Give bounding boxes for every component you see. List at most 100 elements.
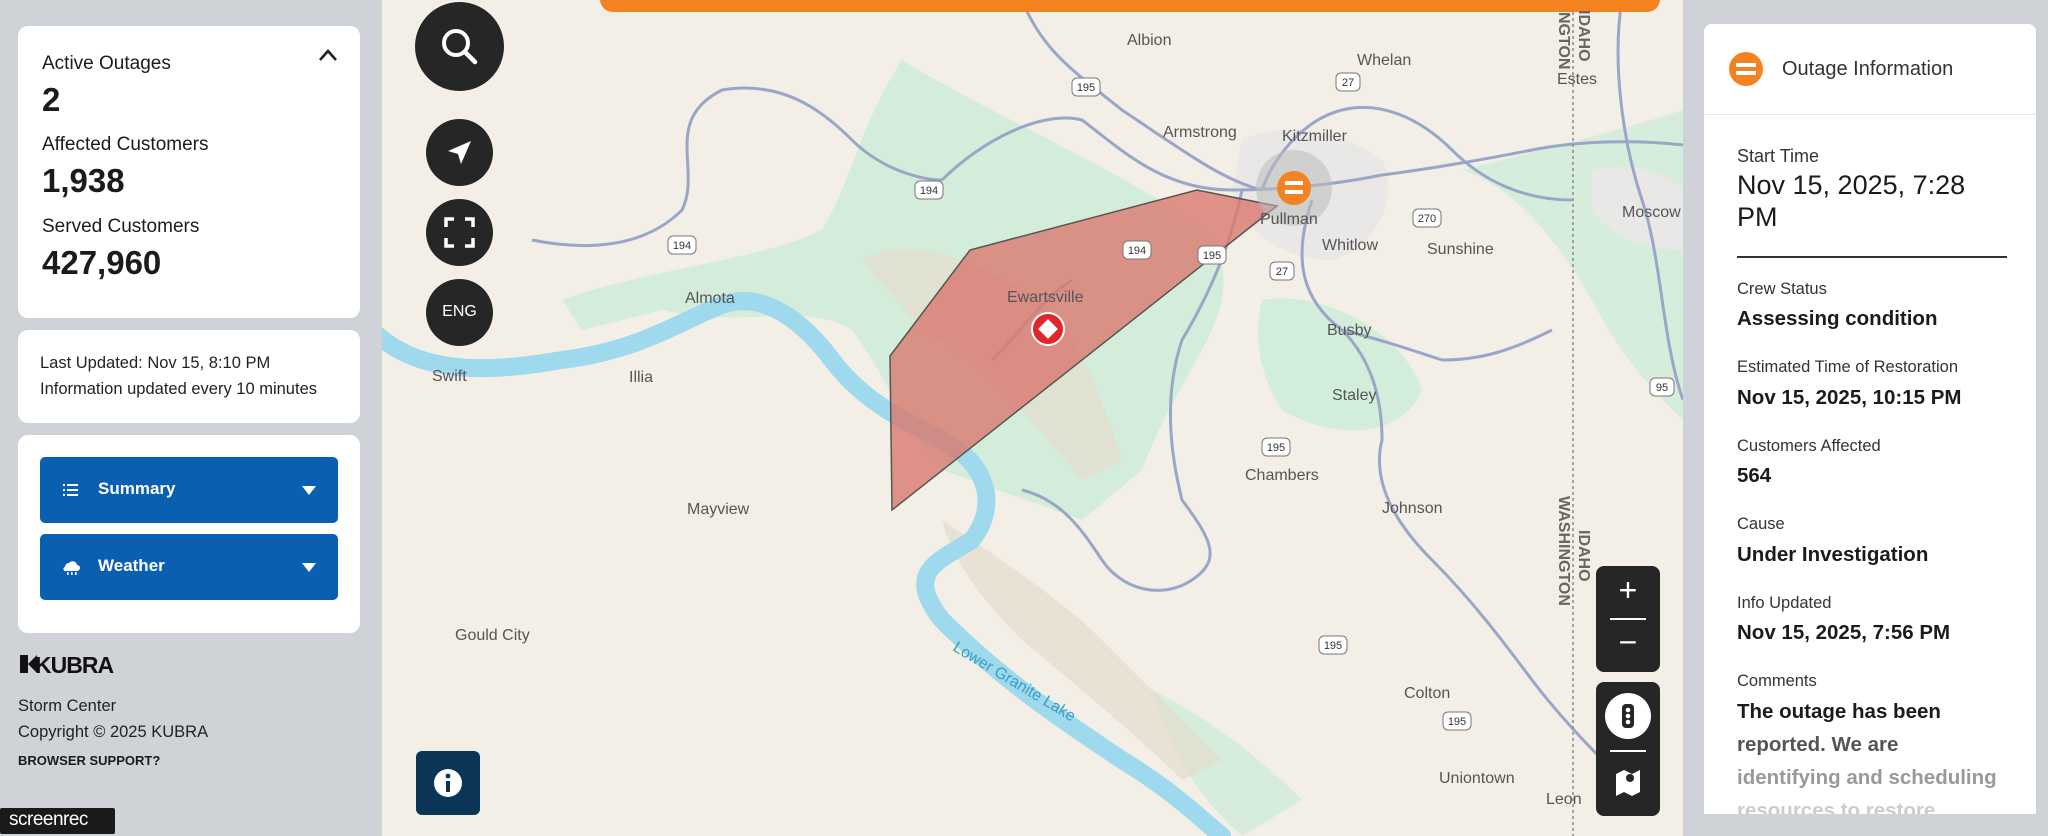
list-icon [63, 484, 78, 496]
outage-icon [1729, 52, 1763, 86]
weather-accordion-button[interactable]: Weather [40, 534, 338, 600]
search-icon [442, 29, 478, 65]
route-shield: 194 [920, 185, 938, 197]
last-updated-text: Last Updated: Nov 15, 8:10 PM [40, 354, 271, 372]
map-label: Mayview [687, 501, 750, 518]
map-label: Kitzmiller [1282, 128, 1348, 145]
customers-affected-value: 564 [1737, 464, 1772, 487]
map-label: Johnson [1382, 500, 1443, 517]
route-shield: 27 [1276, 266, 1288, 278]
watermark-text: screenrec [9, 809, 88, 830]
app-name: Storm Center [18, 697, 117, 715]
comments-text: The outage has been [1737, 700, 1941, 723]
crew-status-value: Assessing condition [1737, 307, 1938, 330]
map-canvas: Albion Whelan Estes Armstrong Kitzmiller… [382, 0, 1683, 836]
route-shield: 270 [1418, 213, 1436, 225]
screenrec-watermark: screenrec [0, 808, 115, 834]
accordion-card: Summary Weather [18, 435, 360, 633]
copyright-text: Copyright © 2025 KUBRA [18, 723, 209, 741]
map-label: Moscow [1622, 204, 1681, 221]
start-time-label: Start Time [1737, 146, 1820, 166]
comments-text: identifying and scheduling [1737, 766, 1997, 789]
affected-customers-label: Affected Customers [42, 134, 209, 155]
traffic-layer-button[interactable] [1605, 693, 1651, 739]
search-button[interactable] [415, 2, 504, 91]
layer-controls [1596, 682, 1660, 816]
route-shield: 195 [1267, 442, 1285, 454]
weather-icon [63, 561, 80, 575]
outage-marker[interactable] [1031, 312, 1065, 346]
route-shield: 95 [1656, 382, 1668, 394]
navigation-arrow-icon [448, 141, 471, 164]
vegetation-area [1258, 298, 1422, 431]
map-label: Estes [1557, 71, 1597, 88]
start-time-value-line2: PM [1737, 202, 1778, 232]
update-info-card: Last Updated: Nov 15, 8:10 PM Informatio… [18, 330, 360, 423]
map-label: Albion [1127, 32, 1171, 49]
map-label: Illia [629, 369, 653, 386]
served-customers-label: Served Customers [42, 216, 200, 237]
affected-customers-value: 1,938 [42, 162, 125, 199]
map-label: Uniontown [1439, 770, 1515, 787]
fullscreen-button[interactable] [426, 199, 493, 266]
kubra-logo: KUBRA [18, 652, 138, 678]
summary-accordion-label: Summary [98, 479, 176, 498]
map-label: Ewartsville [1007, 289, 1084, 306]
update-interval-text: Information updated every 10 minutes [40, 380, 317, 398]
map-layer-button[interactable] [1596, 756, 1660, 808]
active-outages-label: Active Outages [42, 53, 171, 74]
info-icon [434, 769, 462, 797]
outage-map[interactable]: Albion Whelan Estes Armstrong Kitzmiller… [382, 0, 1683, 836]
map-label-state: IDAHO [1575, 530, 1592, 582]
map-label-state: WASHINGTON [1555, 496, 1572, 606]
map-label: Swift [432, 368, 467, 385]
cause-value: Under Investigation [1737, 543, 1929, 566]
route-shield: 195 [1077, 82, 1095, 94]
zoom-in-button[interactable]: + [1596, 566, 1660, 618]
map-label: Pullman [1260, 211, 1318, 228]
info-updated-value: Nov 15, 2025, 7:56 PM [1737, 621, 1951, 644]
customers-affected-label: Customers Affected [1737, 437, 1881, 455]
route-shield: 194 [1128, 245, 1146, 257]
caret-down-icon [302, 486, 316, 495]
served-customers-value: 427,960 [42, 244, 162, 281]
outage-info-card: Outage Information Start Time Nov 15, 20… [1704, 24, 2036, 814]
outage-info-header: Outage Information [1704, 24, 2036, 115]
info-button[interactable] [416, 751, 480, 815]
map-label-state: NGTON [1555, 12, 1572, 69]
comments-text: resources to restore [1737, 799, 1936, 814]
map-label: Chambers [1245, 467, 1319, 484]
layer-divider [1610, 750, 1646, 752]
map-label: Staley [1332, 387, 1376, 404]
map-label: Whitlow [1322, 237, 1378, 254]
map-label: Leon [1546, 791, 1582, 808]
zoom-controls: + − [1596, 566, 1660, 672]
route-shield: 194 [673, 240, 691, 252]
chevron-up-icon[interactable] [318, 48, 338, 62]
zoom-out-button[interactable]: − [1596, 620, 1660, 672]
map-label: Colton [1404, 685, 1450, 702]
weather-accordion-label: Weather [98, 556, 165, 575]
comments-label: Comments [1737, 672, 1817, 690]
locate-button[interactable] [426, 119, 493, 186]
route-shield: 195 [1448, 716, 1466, 728]
map-label: Gould City [455, 627, 530, 644]
summary-card: Active Outages 2 Affected Customers 1,93… [18, 26, 360, 318]
alert-banner[interactable] [600, 0, 1660, 12]
language-button[interactable]: ENG [426, 279, 493, 346]
browser-support-link[interactable]: BROWSER SUPPORT? [18, 753, 160, 768]
crew-status-label: Crew Status [1737, 280, 1827, 298]
traffic-light-icon [1622, 704, 1634, 728]
kubra-logo-text: KUBRA [35, 652, 114, 678]
map-label: Whelan [1357, 52, 1411, 69]
caret-down-icon [302, 563, 316, 572]
map-label-state: IDAHO [1575, 10, 1592, 62]
etr-label: Estimated Time of Restoration [1737, 358, 1959, 376]
active-outages-value: 2 [42, 81, 61, 118]
right-panel: Outage Information Start Time Nov 15, 20… [1683, 0, 2048, 836]
comments-text: reported. We are [1737, 733, 1899, 756]
map-label: Busby [1327, 322, 1371, 339]
route-shield: 195 [1203, 250, 1221, 262]
info-updated-label: Info Updated [1737, 594, 1832, 612]
summary-accordion-button[interactable]: Summary [40, 457, 338, 523]
